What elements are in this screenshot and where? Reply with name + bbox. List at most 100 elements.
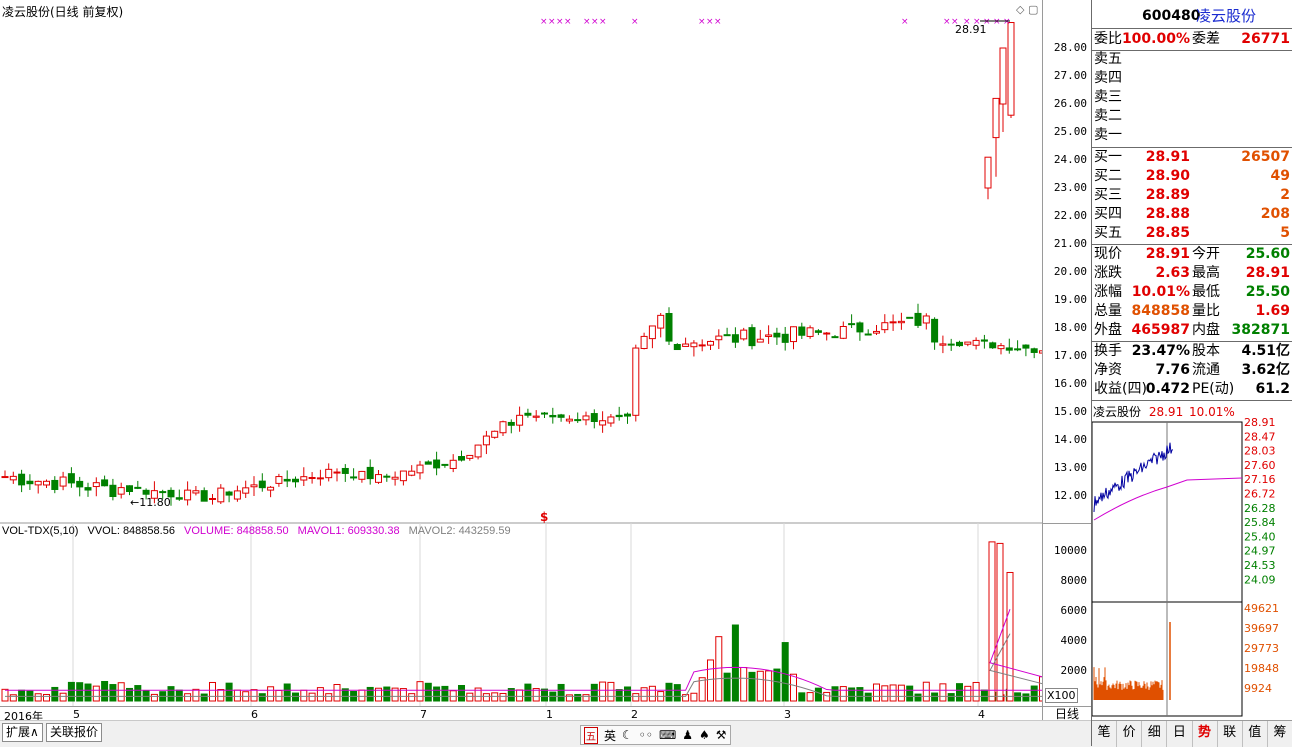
candle-body: [292, 478, 299, 483]
candle-body: [441, 463, 449, 466]
candle-body: [823, 332, 831, 335]
candle-body: [984, 156, 992, 189]
tools-icon[interactable]: ⚒: [716, 728, 727, 742]
expand-icon[interactable]: ◇ ▢: [1016, 3, 1038, 16]
buy-row[interactable]: 买三 28.89 2: [1092, 186, 1292, 205]
buy-label: 买四: [1094, 206, 1122, 222]
volume-bar: [366, 686, 374, 702]
punct-icon[interactable]: ◦◦: [639, 728, 653, 742]
volume-bar: [92, 685, 100, 702]
candle-body: [931, 318, 939, 343]
candle-body: [748, 327, 756, 347]
volume-bar: [582, 694, 590, 702]
mini-header: 凌云股份 28.91 10.01%: [1093, 403, 1235, 420]
event-marker: ×: [591, 17, 599, 27]
mini-axis-label: 28.47: [1244, 430, 1276, 443]
stat-value: 2.63: [1155, 265, 1190, 281]
mini-tab[interactable]: 筹: [1268, 721, 1292, 747]
volume-bar: [76, 682, 84, 702]
candle-body: [590, 413, 598, 422]
fundamental-row: 收益(四) 0.472 PE(动) 61.2: [1092, 380, 1292, 399]
stat-label: 现价: [1094, 246, 1122, 262]
candle-body: [964, 341, 972, 345]
ime-mode-icon[interactable]: 五: [584, 726, 598, 744]
mini-tab[interactable]: 势: [1193, 721, 1218, 747]
volume-bar: [9, 694, 17, 702]
volume-bar: [1, 688, 9, 702]
stat-value: 28.91: [1145, 246, 1190, 262]
ime-lang-icon[interactable]: 英: [604, 727, 616, 744]
volume-bar: [856, 687, 864, 702]
event-marker: ×: [901, 17, 909, 27]
candle-body: [997, 345, 1005, 350]
volume-bar: [1022, 693, 1030, 702]
candle-body: [391, 476, 399, 480]
buy-price: 28.88: [1145, 206, 1190, 222]
candle-body: [582, 415, 590, 421]
date-axis: 2016年 5 6 7 1 2 3 4: [0, 706, 1042, 723]
moon-icon[interactable]: ☾: [622, 728, 633, 742]
price-axis-label: 12.00: [1053, 489, 1087, 502]
mini-tab[interactable]: 笔: [1092, 721, 1118, 747]
mini-axis-label: 26.72: [1244, 488, 1276, 501]
stat-label: 涨幅: [1094, 284, 1122, 300]
candle-body: [864, 333, 872, 336]
sell-label: 卖一: [1094, 127, 1122, 143]
mini-tab[interactable]: 联: [1218, 721, 1243, 747]
stat-value: 382871: [1231, 322, 1290, 338]
intraday-mini-chart[interactable]: 凌云股份 28.91 10.01% 28.91 28.47 28.03 27.60 27…: [1091, 402, 1292, 718]
stat-label: 最高: [1192, 265, 1220, 281]
buy-row[interactable]: 买五 28.85 5: [1092, 224, 1292, 243]
candle-body: [1, 476, 9, 479]
candle-body: [117, 487, 125, 495]
stat-label: 今开: [1192, 246, 1220, 262]
candle-body: [92, 482, 100, 488]
volume-bar: [499, 692, 507, 702]
candle-body: [449, 459, 457, 469]
buy-row[interactable]: 买一 28.91 26507: [1092, 148, 1292, 167]
volume-bar: [441, 685, 449, 702]
volume-bar: [117, 682, 125, 702]
mini-axis-label: 25.84: [1244, 516, 1276, 529]
sell-row: 卖五: [1092, 50, 1292, 69]
stock-header: 600480 凌云股份: [1092, 7, 1292, 26]
volume-bar: [200, 693, 208, 702]
mini-chart-svg[interactable]: 28.9128.4728.0327.6027.1626.7226.2825.84…: [1091, 402, 1292, 718]
volume-bar: [665, 682, 673, 702]
volume-bar: [175, 689, 183, 702]
candle-body: [881, 322, 889, 331]
buy-row[interactable]: 买二 28.90 49: [1092, 167, 1292, 186]
volume-bar: [333, 683, 341, 702]
mini-axis-label: 26.28: [1244, 502, 1276, 515]
expand-tab[interactable]: 扩展∧: [2, 723, 43, 742]
fund-label: PE(动): [1192, 381, 1235, 397]
volume-bar: [325, 693, 333, 702]
volume-bar: [790, 673, 797, 702]
candle-body: [657, 314, 665, 329]
related-quote-tab[interactable]: 关联报价: [46, 723, 103, 742]
candle-body: [565, 418, 573, 422]
mini-tab[interactable]: 细: [1142, 721, 1168, 747]
kline-svg[interactable]: × × × × × × × × × × × × × × × × × × ×: [0, 0, 1096, 706]
price-axis-label: 19.00: [1053, 293, 1087, 306]
ime-toolbar[interactable]: 五 英 ☾ ◦◦ ⌨ ♟ ♠ ⚒: [580, 725, 731, 745]
period-button[interactable]: 日线: [1042, 706, 1091, 721]
fund-label: 收益(四): [1094, 381, 1147, 397]
volume-bar: [648, 685, 656, 702]
buy-volume: 49: [1270, 168, 1290, 184]
volume-bar: [632, 693, 640, 702]
volume-bar: [988, 541, 996, 702]
volume-bar: [956, 683, 963, 702]
user-icon[interactable]: ♟: [682, 728, 693, 742]
mini-tab[interactable]: 日: [1167, 721, 1193, 747]
mini-tab[interactable]: 价: [1117, 721, 1143, 747]
candle-body: [989, 342, 997, 349]
skin-icon[interactable]: ♠: [699, 728, 710, 742]
fund-value: 61.2: [1255, 381, 1290, 397]
kline-chart[interactable]: × × × × × × × × × × × × × × × × × × × 凌云股份(日线 前复权) VOL-TDX…: [0, 0, 1096, 706]
buy-row[interactable]: 买四 28.88 208: [1092, 205, 1292, 224]
keyboard-icon[interactable]: ⌨: [659, 728, 676, 742]
mini-axis-label: 24.53: [1244, 559, 1276, 572]
mini-tab[interactable]: 值: [1243, 721, 1268, 747]
candle-body: [366, 466, 374, 480]
